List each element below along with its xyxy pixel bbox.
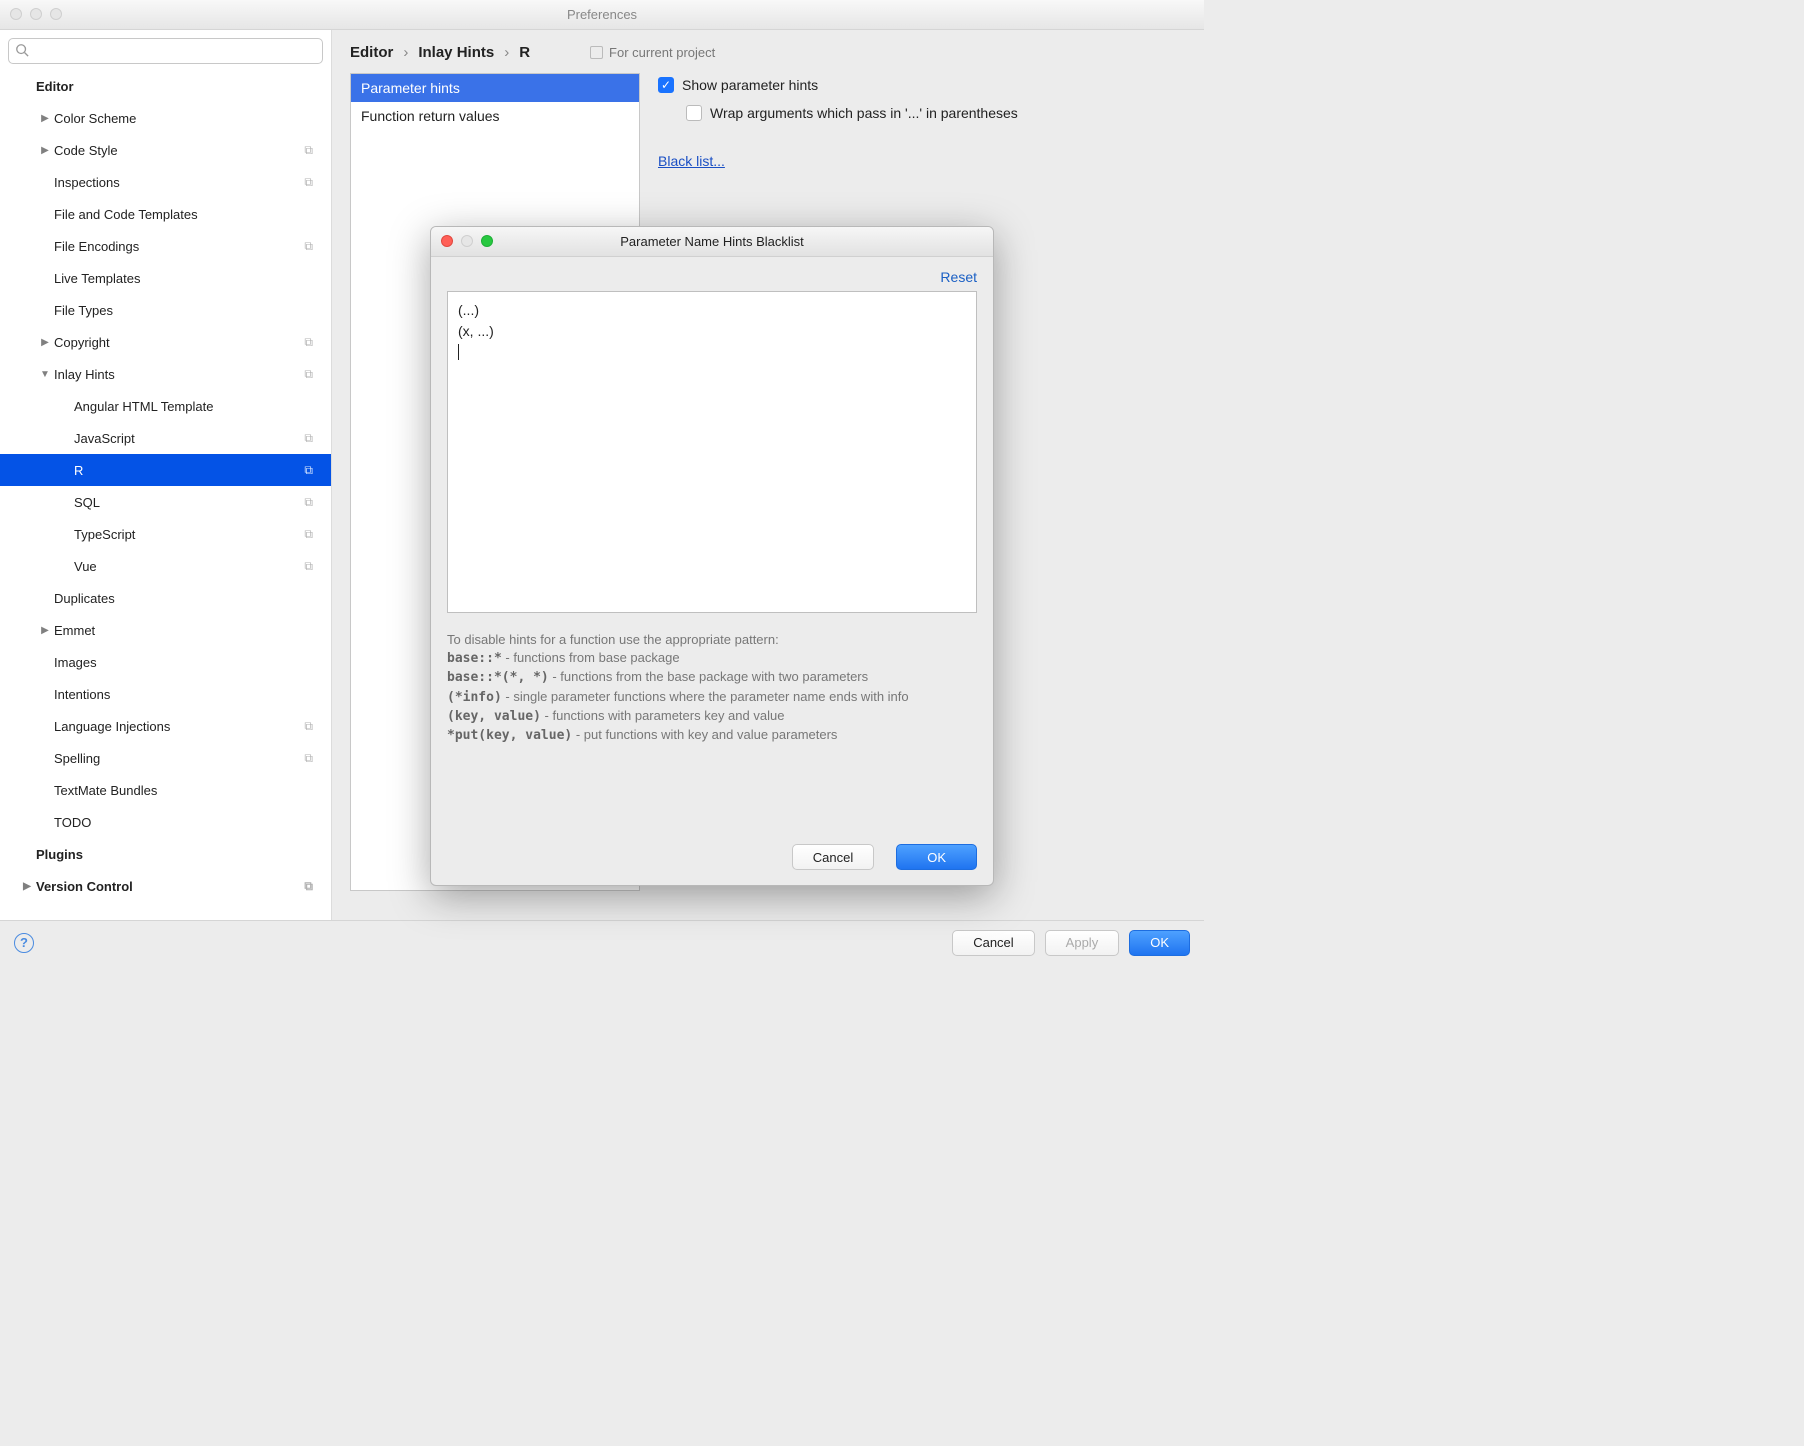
project-scope-icon: ⧉ bbox=[304, 719, 313, 734]
dialog-footer: Cancel OK bbox=[431, 837, 993, 885]
minimize-icon[interactable] bbox=[461, 235, 473, 247]
crumb-r: R bbox=[519, 44, 530, 61]
crumb-editor[interactable]: Editor bbox=[350, 44, 393, 61]
project-scope-icon: ⧉ bbox=[304, 527, 313, 542]
dialog-titlebar: Parameter Name Hints Blacklist bbox=[431, 227, 993, 257]
tree-editor[interactable]: Editor bbox=[8, 70, 323, 102]
tree-typescript[interactable]: TypeScript⧉ bbox=[8, 518, 323, 550]
dialog-cancel-button[interactable]: Cancel bbox=[792, 844, 874, 870]
minimize-icon[interactable] bbox=[30, 8, 42, 20]
tree-textmate[interactable]: TextMate Bundles bbox=[8, 774, 323, 806]
traffic-lights bbox=[441, 235, 493, 247]
apply-button[interactable]: Apply bbox=[1045, 930, 1120, 956]
window-title: Preferences bbox=[567, 7, 637, 22]
close-icon[interactable] bbox=[441, 235, 453, 247]
tree-spelling[interactable]: Spelling⧉ bbox=[8, 742, 323, 774]
tree-emmet[interactable]: ▶Emmet bbox=[8, 614, 323, 646]
sidebar: Editor ▶Color Scheme ▶Code Style⧉ Inspec… bbox=[0, 30, 332, 920]
project-scope-icon: ⧉ bbox=[304, 879, 313, 894]
ok-button[interactable]: OK bbox=[1129, 930, 1190, 956]
project-scope-icon: ⧉ bbox=[304, 751, 313, 766]
search-container bbox=[8, 38, 323, 64]
tree-r[interactable]: R⧉ bbox=[0, 454, 331, 486]
wrap-args-checkbox[interactable]: Wrap arguments which pass in '...' in pa… bbox=[686, 105, 1186, 121]
chevron-right-icon: › bbox=[403, 44, 408, 61]
zoom-icon[interactable] bbox=[50, 8, 62, 20]
chevron-right-icon: › bbox=[504, 44, 509, 61]
dialog-footer: ? Cancel Apply OK bbox=[0, 920, 1204, 964]
project-scope-icon: ⧉ bbox=[304, 495, 313, 510]
project-scope-icon: ⧉ bbox=[304, 431, 313, 446]
tree-vue[interactable]: Vue⧉ bbox=[8, 550, 323, 582]
tree-live-templates[interactable]: Live Templates bbox=[8, 262, 323, 294]
close-icon[interactable] bbox=[10, 8, 22, 20]
crumb-inlay[interactable]: Inlay Hints bbox=[418, 44, 494, 61]
tree-code-style[interactable]: ▶Code Style⧉ bbox=[8, 134, 323, 166]
tree-file-encodings[interactable]: File Encodings⧉ bbox=[8, 230, 323, 262]
tree-inspections[interactable]: Inspections⧉ bbox=[8, 166, 323, 198]
project-scope-icon: ⧉ bbox=[304, 239, 313, 254]
reset-link[interactable]: Reset bbox=[447, 269, 977, 285]
help-text: To disable hints for a function use the … bbox=[447, 631, 977, 745]
blacklist-dialog: Parameter Name Hints Blacklist Reset (..… bbox=[430, 226, 994, 886]
tree-file-types[interactable]: File Types bbox=[8, 294, 323, 326]
project-scope-icon: ⧉ bbox=[304, 335, 313, 350]
category-return-values[interactable]: Function return values bbox=[351, 102, 639, 130]
tree-version-control[interactable]: ▶Version Control⧉ bbox=[8, 870, 323, 902]
project-scope-icon: ⧉ bbox=[304, 559, 313, 574]
dialog-ok-button[interactable]: OK bbox=[896, 844, 977, 870]
tree-javascript[interactable]: JavaScript⧉ bbox=[8, 422, 323, 454]
tree-todo[interactable]: TODO bbox=[8, 806, 323, 838]
tree-copyright[interactable]: ▶Copyright⧉ bbox=[8, 326, 323, 358]
tree-language-injections[interactable]: Language Injections⧉ bbox=[8, 710, 323, 742]
blacklist-link[interactable]: Black list... bbox=[658, 153, 725, 169]
tree-duplicates[interactable]: Duplicates bbox=[8, 582, 323, 614]
category-parameter-hints[interactable]: Parameter hints bbox=[351, 74, 639, 102]
tree-angular[interactable]: Angular HTML Template bbox=[8, 390, 323, 422]
breadcrumb: Editor › Inlay Hints › R For current pro… bbox=[350, 44, 1186, 61]
tree-inlay-hints[interactable]: ▼Inlay Hints⧉ bbox=[8, 358, 323, 390]
tree-images[interactable]: Images bbox=[8, 646, 323, 678]
project-scope-icon: ⧉ bbox=[304, 463, 313, 478]
window-titlebar: Preferences bbox=[0, 0, 1204, 30]
project-scope-icon bbox=[590, 46, 603, 59]
tree-plugins[interactable]: Plugins bbox=[8, 838, 323, 870]
tree-sql[interactable]: SQL⧉ bbox=[8, 486, 323, 518]
project-scope-icon: ⧉ bbox=[304, 143, 313, 158]
cancel-button[interactable]: Cancel bbox=[952, 930, 1034, 956]
search-icon bbox=[15, 43, 29, 60]
show-parameter-hints-checkbox[interactable]: ✓ Show parameter hints bbox=[658, 77, 1186, 93]
settings-tree: Editor ▶Color Scheme ▶Code Style⧉ Inspec… bbox=[8, 70, 323, 902]
search-input[interactable] bbox=[8, 38, 323, 64]
text-cursor bbox=[458, 344, 459, 360]
zoom-icon[interactable] bbox=[481, 235, 493, 247]
checkbox-icon bbox=[686, 105, 702, 121]
traffic-lights bbox=[10, 8, 62, 20]
help-button[interactable]: ? bbox=[14, 933, 34, 953]
blacklist-textarea[interactable]: (...) (x, ...) bbox=[447, 291, 977, 613]
tree-file-code-templates[interactable]: File and Code Templates bbox=[8, 198, 323, 230]
checkbox-icon: ✓ bbox=[658, 77, 674, 93]
project-scope-icon: ⧉ bbox=[304, 367, 313, 382]
project-scope-label: For current project bbox=[590, 45, 715, 60]
dialog-title: Parameter Name Hints Blacklist bbox=[620, 234, 804, 249]
project-scope-icon: ⧉ bbox=[304, 175, 313, 190]
tree-color-scheme[interactable]: ▶Color Scheme bbox=[8, 102, 323, 134]
tree-intentions[interactable]: Intentions bbox=[8, 678, 323, 710]
